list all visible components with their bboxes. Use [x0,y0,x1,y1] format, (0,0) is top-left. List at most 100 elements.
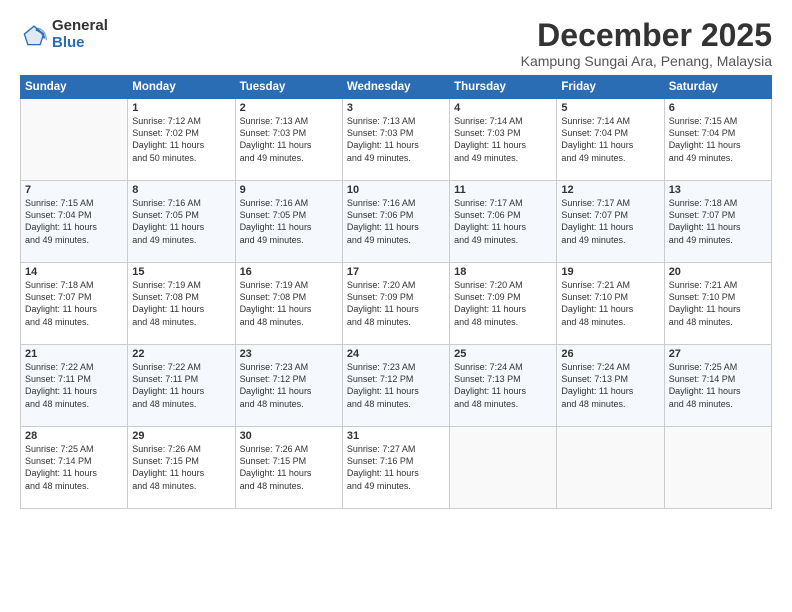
day-cell: 5Sunrise: 7:14 AM Sunset: 7:04 PM Daylig… [557,99,664,181]
day-number: 4 [454,102,552,114]
day-info: Sunrise: 7:13 AM Sunset: 7:03 PM Dayligh… [347,115,445,164]
day-cell: 3Sunrise: 7:13 AM Sunset: 7:03 PM Daylig… [342,99,449,181]
day-cell: 9Sunrise: 7:16 AM Sunset: 7:05 PM Daylig… [235,181,342,263]
day-cell: 14Sunrise: 7:18 AM Sunset: 7:07 PM Dayli… [21,263,128,345]
day-info: Sunrise: 7:19 AM Sunset: 7:08 PM Dayligh… [240,279,338,328]
day-cell: 23Sunrise: 7:23 AM Sunset: 7:12 PM Dayli… [235,345,342,427]
day-number: 24 [347,348,445,360]
day-number: 13 [669,184,767,196]
day-info: Sunrise: 7:17 AM Sunset: 7:06 PM Dayligh… [454,197,552,246]
day-number: 2 [240,102,338,114]
col-friday: Friday [557,76,664,99]
col-monday: Monday [128,76,235,99]
day-info: Sunrise: 7:20 AM Sunset: 7:09 PM Dayligh… [347,279,445,328]
title-block: December 2025 Kampung Sungai Ara, Penang… [521,18,772,69]
day-info: Sunrise: 7:25 AM Sunset: 7:14 PM Dayligh… [25,443,123,492]
logo-blue-text: Blue [52,35,108,52]
day-number: 7 [25,184,123,196]
week-row-2: 7Sunrise: 7:15 AM Sunset: 7:04 PM Daylig… [21,181,772,263]
day-info: Sunrise: 7:18 AM Sunset: 7:07 PM Dayligh… [669,197,767,246]
page: General Blue December 2025 Kampung Sunga… [0,0,792,612]
day-cell: 18Sunrise: 7:20 AM Sunset: 7:09 PM Dayli… [450,263,557,345]
day-cell: 22Sunrise: 7:22 AM Sunset: 7:11 PM Dayli… [128,345,235,427]
day-info: Sunrise: 7:14 AM Sunset: 7:04 PM Dayligh… [561,115,659,164]
day-number: 19 [561,266,659,278]
day-cell: 17Sunrise: 7:20 AM Sunset: 7:09 PM Dayli… [342,263,449,345]
day-number: 25 [454,348,552,360]
day-info: Sunrise: 7:20 AM Sunset: 7:09 PM Dayligh… [454,279,552,328]
day-cell [21,99,128,181]
day-cell: 8Sunrise: 7:16 AM Sunset: 7:05 PM Daylig… [128,181,235,263]
day-info: Sunrise: 7:15 AM Sunset: 7:04 PM Dayligh… [669,115,767,164]
day-number: 20 [669,266,767,278]
col-thursday: Thursday [450,76,557,99]
day-info: Sunrise: 7:26 AM Sunset: 7:15 PM Dayligh… [240,443,338,492]
day-info: Sunrise: 7:27 AM Sunset: 7:16 PM Dayligh… [347,443,445,492]
logo-icon [20,21,48,49]
day-cell: 15Sunrise: 7:19 AM Sunset: 7:08 PM Dayli… [128,263,235,345]
day-cell: 6Sunrise: 7:15 AM Sunset: 7:04 PM Daylig… [664,99,771,181]
day-info: Sunrise: 7:16 AM Sunset: 7:06 PM Dayligh… [347,197,445,246]
day-cell: 24Sunrise: 7:23 AM Sunset: 7:12 PM Dayli… [342,345,449,427]
day-info: Sunrise: 7:24 AM Sunset: 7:13 PM Dayligh… [454,361,552,410]
day-cell: 12Sunrise: 7:17 AM Sunset: 7:07 PM Dayli… [557,181,664,263]
day-cell: 29Sunrise: 7:26 AM Sunset: 7:15 PM Dayli… [128,427,235,509]
day-cell: 30Sunrise: 7:26 AM Sunset: 7:15 PM Dayli… [235,427,342,509]
day-info: Sunrise: 7:25 AM Sunset: 7:14 PM Dayligh… [669,361,767,410]
day-info: Sunrise: 7:22 AM Sunset: 7:11 PM Dayligh… [25,361,123,410]
day-number: 26 [561,348,659,360]
day-cell: 16Sunrise: 7:19 AM Sunset: 7:08 PM Dayli… [235,263,342,345]
day-number: 27 [669,348,767,360]
day-cell [450,427,557,509]
day-info: Sunrise: 7:12 AM Sunset: 7:02 PM Dayligh… [132,115,230,164]
day-cell: 11Sunrise: 7:17 AM Sunset: 7:06 PM Dayli… [450,181,557,263]
day-info: Sunrise: 7:22 AM Sunset: 7:11 PM Dayligh… [132,361,230,410]
day-number: 23 [240,348,338,360]
day-cell: 13Sunrise: 7:18 AM Sunset: 7:07 PM Dayli… [664,181,771,263]
week-row-5: 28Sunrise: 7:25 AM Sunset: 7:14 PM Dayli… [21,427,772,509]
day-info: Sunrise: 7:16 AM Sunset: 7:05 PM Dayligh… [132,197,230,246]
day-cell: 31Sunrise: 7:27 AM Sunset: 7:16 PM Dayli… [342,427,449,509]
day-cell: 28Sunrise: 7:25 AM Sunset: 7:14 PM Dayli… [21,427,128,509]
day-number: 30 [240,430,338,442]
day-number: 15 [132,266,230,278]
col-tuesday: Tuesday [235,76,342,99]
col-sunday: Sunday [21,76,128,99]
week-row-3: 14Sunrise: 7:18 AM Sunset: 7:07 PM Dayli… [21,263,772,345]
day-number: 1 [132,102,230,114]
day-info: Sunrise: 7:17 AM Sunset: 7:07 PM Dayligh… [561,197,659,246]
day-number: 11 [454,184,552,196]
day-cell: 20Sunrise: 7:21 AM Sunset: 7:10 PM Dayli… [664,263,771,345]
day-number: 18 [454,266,552,278]
day-number: 10 [347,184,445,196]
week-row-4: 21Sunrise: 7:22 AM Sunset: 7:11 PM Dayli… [21,345,772,427]
day-number: 14 [25,266,123,278]
day-number: 9 [240,184,338,196]
day-number: 17 [347,266,445,278]
col-saturday: Saturday [664,76,771,99]
day-info: Sunrise: 7:21 AM Sunset: 7:10 PM Dayligh… [561,279,659,328]
day-number: 8 [132,184,230,196]
day-info: Sunrise: 7:21 AM Sunset: 7:10 PM Dayligh… [669,279,767,328]
day-cell: 10Sunrise: 7:16 AM Sunset: 7:06 PM Dayli… [342,181,449,263]
day-number: 6 [669,102,767,114]
day-number: 29 [132,430,230,442]
day-info: Sunrise: 7:14 AM Sunset: 7:03 PM Dayligh… [454,115,552,164]
week-row-1: 1Sunrise: 7:12 AM Sunset: 7:02 PM Daylig… [21,99,772,181]
day-number: 28 [25,430,123,442]
day-cell: 19Sunrise: 7:21 AM Sunset: 7:10 PM Dayli… [557,263,664,345]
day-cell: 2Sunrise: 7:13 AM Sunset: 7:03 PM Daylig… [235,99,342,181]
day-info: Sunrise: 7:23 AM Sunset: 7:12 PM Dayligh… [347,361,445,410]
day-number: 3 [347,102,445,114]
day-cell: 26Sunrise: 7:24 AM Sunset: 7:13 PM Dayli… [557,345,664,427]
logo: General Blue [20,18,108,51]
day-info: Sunrise: 7:19 AM Sunset: 7:08 PM Dayligh… [132,279,230,328]
day-info: Sunrise: 7:23 AM Sunset: 7:12 PM Dayligh… [240,361,338,410]
logo-general-text: General [52,18,108,35]
day-cell: 27Sunrise: 7:25 AM Sunset: 7:14 PM Dayli… [664,345,771,427]
header: General Blue December 2025 Kampung Sunga… [20,18,772,69]
day-cell: 1Sunrise: 7:12 AM Sunset: 7:02 PM Daylig… [128,99,235,181]
day-info: Sunrise: 7:26 AM Sunset: 7:15 PM Dayligh… [132,443,230,492]
day-cell: 21Sunrise: 7:22 AM Sunset: 7:11 PM Dayli… [21,345,128,427]
day-number: 5 [561,102,659,114]
